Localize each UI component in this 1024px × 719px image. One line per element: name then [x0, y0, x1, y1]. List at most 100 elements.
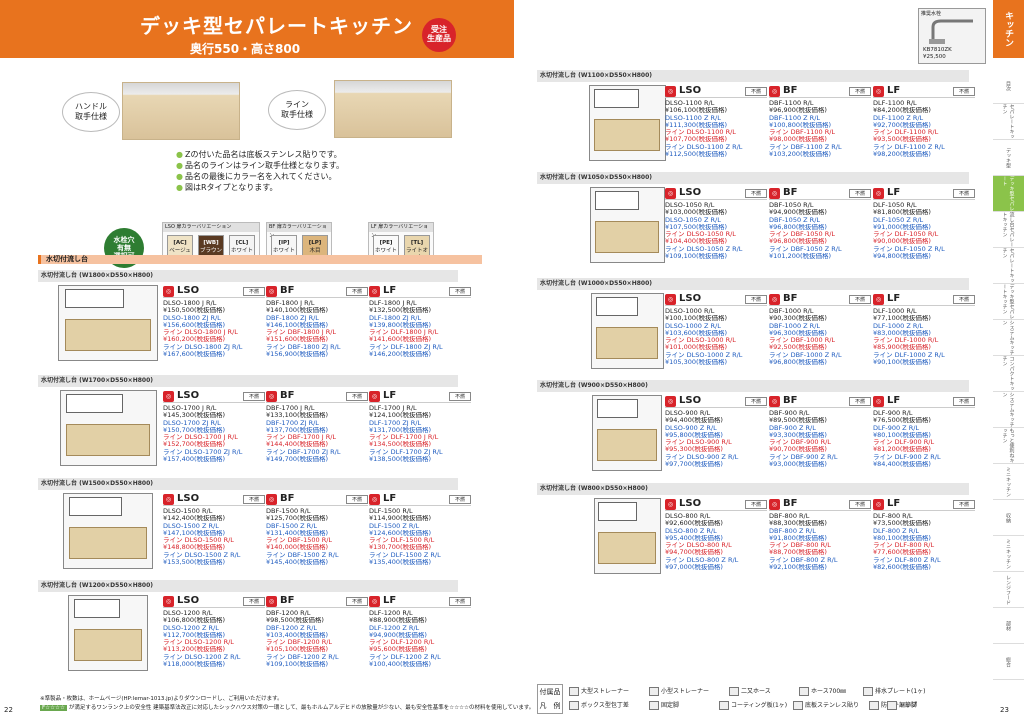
series-name: LSO	[177, 390, 200, 401]
price-line: ¥91,000(税抜価格)	[873, 223, 931, 231]
price-line: ¥73,500(税抜価格)	[873, 520, 931, 528]
tab-4[interactable]: デッキ型セパレート	[993, 176, 1024, 212]
price-line: ¥93,000(税抜価格)	[769, 461, 827, 469]
price-column-lf: ◎ LF 不燃 DLF-1000 R/L ¥77,100(税抜価格) DLF-1000 Z…	[873, 293, 975, 366]
price-line: ¥107,500(税抜価格)	[665, 223, 728, 231]
footer-safety: F☆☆☆☆ が満足するワンランク上の安全性 建築基準法改正に対応したシックハウス対…	[40, 703, 534, 711]
accessory-item: 固定脚	[649, 700, 679, 710]
column-header: ◎ LF 不燃	[369, 390, 471, 403]
swatch-code: [TL]	[410, 240, 424, 246]
price-line: DBF-1700 ZJ R/L	[266, 419, 319, 427]
price-column-lf: ◎ LF 不燃 DLF-800 R/L ¥73,500(税抜価格) DLF-800 Z R…	[873, 498, 975, 571]
column-header: ◎ BF 不燃	[266, 595, 368, 608]
tab-11[interactable]: もっと便利ねキッチン	[993, 428, 1024, 464]
price-line: ¥103,000(税抜価格)	[665, 209, 728, 217]
price-line: ¥92,600(税抜価格)	[665, 520, 723, 528]
column-header: ◎ LF 不燃	[369, 285, 471, 298]
series-name: LF	[887, 85, 901, 96]
price-line: ¥132,500(税抜価格)	[369, 307, 432, 315]
nonflammable-icon: 不燃	[346, 597, 368, 606]
tab-8[interactable]: システムキッチン	[993, 320, 1024, 356]
price-line: ¥101,200(税抜価格)	[769, 253, 832, 261]
price-line: ¥130,700(税抜価格)	[369, 544, 432, 552]
price-line: ライン DLF-1500 R/L	[369, 537, 435, 545]
price-line: ¥101,000(税抜価格)	[665, 344, 728, 352]
tab-kitchen[interactable]: キッチン	[993, 0, 1024, 58]
price-line: ¥144,400(税抜価格)	[266, 441, 329, 449]
price-line: DLSO-900 Z R/L	[665, 424, 717, 432]
price-line: ライン DLF-900 R/L	[873, 439, 935, 447]
price-line: DBF-1200 Z R/L	[266, 624, 318, 632]
tab-14[interactable]: ミニキッチン	[993, 536, 1024, 572]
price-line: DLSO-1050 R/L	[665, 202, 715, 209]
cabinet-outline	[594, 118, 660, 152]
price-line: DBF-900 R/L	[769, 410, 810, 417]
tab-17[interactable]: 総合	[993, 644, 1024, 680]
series-logo: ◎	[873, 499, 884, 510]
sink-outline	[594, 88, 639, 109]
price-line: ¥94,900(税抜価格)	[769, 209, 827, 217]
nonflammable-icon: 不燃	[745, 397, 767, 406]
price-line: DLF-1500 Z R/L	[369, 522, 420, 530]
tab-1[interactable]: 目次	[993, 68, 1024, 104]
column-header: ◎ LF 不燃	[369, 595, 471, 608]
tab-12[interactable]: ミニキッチン	[993, 464, 1024, 500]
swatch-name: ホワイト	[230, 247, 253, 254]
tab-13[interactable]: 収納	[993, 500, 1024, 536]
accessories-legend: 付属品 凡 例 大型ストレーナー 小型ストレーナー 二又ホース ホース700㎜ 防臭キャ…	[537, 684, 987, 714]
tab-3[interactable]: デッキ型	[993, 140, 1024, 176]
tab-10[interactable]: システムキッチン	[993, 392, 1024, 428]
price-line: ¥88,300(税抜価格)	[769, 520, 827, 528]
price-line: ¥98,000(税抜価格)	[769, 136, 827, 144]
tab-9[interactable]: コンパクトキッチン	[993, 356, 1024, 392]
accessory-item: 排水プレート(1ヶ)	[863, 686, 926, 696]
column-header: ◎ LSO 不燃	[163, 493, 265, 506]
note-1: Zの付いた品名は底板ステンレス貼りです。	[176, 149, 342, 160]
price-column-lf: ◎ LF 不燃 DLF-1100 R/L ¥84,200(税抜価格) DLF-1100 Z…	[873, 85, 975, 158]
price-line: ライン DLF-1000 Z R/L	[873, 351, 945, 359]
group-title: 水切付流し台 (W1050×D550×H800)	[537, 172, 969, 184]
column-header: ◎ BF 不燃	[769, 187, 871, 200]
price-line: ¥92,500(税抜価格)	[769, 344, 827, 352]
price-line: ¥80,100(税抜価格)	[873, 431, 931, 439]
series-logo: ◎	[665, 86, 676, 97]
column-header: ◎ LSO 不燃	[163, 390, 265, 403]
page-subtitle: 奥行550・高さ800	[190, 42, 301, 56]
price-line: ¥80,100(税抜価格)	[873, 534, 931, 542]
price-line: ライン DLF-1100 Z R/L	[873, 143, 945, 151]
price-line: ¥92,700(税抜価格)	[873, 121, 931, 129]
price-line: ライン DLF-1200 Z R/L	[369, 653, 441, 661]
price-line: ¥113,200(税抜価格)	[163, 646, 226, 654]
series-name: BF	[280, 493, 295, 504]
tab-7[interactable]: デッキ型セパレートキッチン	[993, 284, 1024, 320]
price-line: ¥100,800(税抜価格)	[769, 121, 832, 129]
column-header: ◎ LF 不燃	[369, 493, 471, 506]
nonflammable-icon: 不燃	[346, 287, 368, 296]
tab-6[interactable]: セパレートキッチン	[993, 248, 1024, 284]
series-logo: ◎	[769, 188, 780, 199]
price-line: ライン DLSO-1700 J R/L	[163, 434, 238, 442]
price-line: DLF-1100 R/L	[873, 100, 917, 107]
price-line: ¥146,200(税抜価格)	[369, 351, 432, 359]
price-line: ¥94,900(税抜価格)	[369, 631, 427, 639]
price-line: DLSO-1000 Z R/L	[665, 322, 721, 330]
tab-5[interactable]: 流し台セパレートキッチン	[993, 212, 1024, 248]
price-line: ¥85,900(税抜価格)	[873, 344, 931, 352]
series-logo: ◎	[769, 396, 780, 407]
series-logo: ◎	[769, 294, 780, 305]
column-header: ◎ LSO 不燃	[665, 187, 767, 200]
price-line: DBF-1800 J R/L	[266, 300, 315, 307]
price-line: DLSO-1200 R/L	[163, 610, 213, 617]
column-header: ◎ BF 不燃	[266, 493, 368, 506]
tab-15[interactable]: レンジフード	[993, 572, 1024, 608]
column-header: ◎ LF 不燃	[873, 293, 975, 306]
tab-16[interactable]: 部材	[993, 608, 1024, 644]
price-line: DBF-900 Z R/L	[769, 424, 816, 432]
price-column-lf: ◎ LF 不燃 DLF-1700 J R/L ¥124,100(税抜価格) DLF-170…	[369, 390, 471, 463]
series-name: LF	[887, 395, 901, 406]
tab-2[interactable]: セパレートキッチン	[993, 104, 1024, 140]
series-name: LSO	[177, 493, 200, 504]
sink-outline	[64, 288, 124, 309]
nonflammable-icon: 不燃	[849, 500, 871, 509]
price-line: ライン DLSO-1000 R/L	[665, 337, 736, 345]
